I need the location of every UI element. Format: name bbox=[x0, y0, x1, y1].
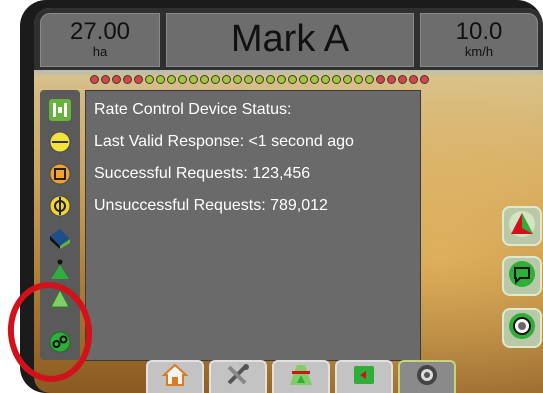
steering-icon[interactable] bbox=[48, 194, 72, 218]
unsuccessful-requests: Unsuccessful Requests: 789,012 bbox=[94, 197, 328, 214]
section-led bbox=[189, 75, 198, 84]
tools-icon bbox=[225, 363, 251, 392]
camera-tab-button[interactable] bbox=[398, 360, 456, 393]
section-led bbox=[321, 75, 330, 84]
section-led bbox=[244, 75, 253, 84]
guidance-view-icon bbox=[351, 363, 377, 392]
guidance-arrow-icon bbox=[508, 210, 536, 243]
section-led bbox=[156, 75, 165, 84]
page-title: Mark A bbox=[230, 18, 350, 60]
section-led bbox=[420, 75, 429, 84]
status-header: 27.00 ha Mark A 10.0 km/h bbox=[34, 8, 543, 70]
tools-button[interactable] bbox=[209, 360, 267, 393]
section-control-icon[interactable] bbox=[48, 98, 72, 122]
section-led bbox=[354, 75, 363, 84]
section-led bbox=[310, 75, 319, 84]
section-led-bar bbox=[90, 75, 429, 87]
section-led bbox=[200, 75, 209, 84]
section-led bbox=[387, 75, 396, 84]
section-led bbox=[365, 75, 374, 84]
home-button[interactable] bbox=[146, 360, 204, 393]
title-box: Mark A bbox=[166, 13, 414, 67]
section-led bbox=[134, 75, 143, 84]
camera-button[interactable] bbox=[502, 308, 542, 348]
vehicle-view-button[interactable] bbox=[272, 360, 330, 393]
message-icon bbox=[508, 260, 536, 293]
section-led bbox=[266, 75, 275, 84]
section-led bbox=[145, 75, 154, 84]
guidance-view-button[interactable] bbox=[335, 360, 393, 393]
screen: 27.00 ha Mark A 10.0 km/h Rate Control D… bbox=[34, 8, 543, 393]
rate-control-status-dialog: Rate Control Device Status: Last Valid R… bbox=[85, 90, 421, 361]
display-device: 27.00 ha Mark A 10.0 km/h Rate Control D… bbox=[20, 0, 543, 393]
section-led bbox=[288, 75, 297, 84]
section-led bbox=[90, 75, 99, 84]
section-led bbox=[255, 75, 264, 84]
area-unit: ha bbox=[92, 44, 108, 59]
speed-value: 10.0 bbox=[455, 18, 503, 45]
section-led bbox=[343, 75, 352, 84]
camera-tab-icon bbox=[414, 363, 440, 392]
speed-unit: km/h bbox=[464, 44, 494, 59]
section-led bbox=[277, 75, 286, 84]
area-box: 27.00 ha bbox=[40, 13, 160, 67]
vehicle-view-icon bbox=[288, 363, 314, 392]
bottom-navigation bbox=[146, 360, 464, 393]
section-led bbox=[233, 75, 242, 84]
section-led bbox=[376, 75, 385, 84]
section-led bbox=[101, 75, 110, 84]
boundary-icon[interactable] bbox=[48, 162, 72, 186]
section-led bbox=[299, 75, 308, 84]
section-led bbox=[167, 75, 176, 84]
speed-box: 10.0 km/h bbox=[420, 13, 538, 67]
camera-icon bbox=[508, 312, 536, 345]
last-valid-response: Last Valid Response: <1 second ago bbox=[94, 133, 354, 150]
section-led bbox=[332, 75, 341, 84]
section-led bbox=[178, 75, 187, 84]
home-icon bbox=[161, 363, 189, 392]
guidance-arrow-button[interactable] bbox=[502, 206, 542, 246]
section-led bbox=[398, 75, 407, 84]
section-led bbox=[211, 75, 220, 84]
auto-section-icon[interactable] bbox=[48, 258, 72, 282]
section-led bbox=[409, 75, 418, 84]
message-button[interactable] bbox=[502, 256, 542, 296]
area-value: 27.00 bbox=[69, 18, 131, 45]
section-led bbox=[112, 75, 121, 84]
dialog-title: Rate Control Device Status: bbox=[94, 101, 292, 118]
swath-width-icon[interactable] bbox=[48, 226, 72, 250]
section-led bbox=[123, 75, 132, 84]
straight-guidance-icon[interactable] bbox=[48, 130, 72, 154]
section-led bbox=[222, 75, 231, 84]
successful-requests: Successful Requests: 123,456 bbox=[94, 165, 311, 182]
